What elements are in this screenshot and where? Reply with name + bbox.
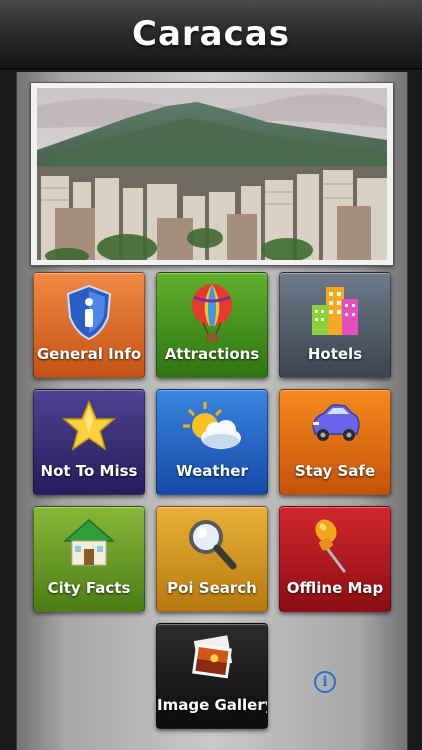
not-to-miss-button[interactable]: Not To Miss [33,389,145,495]
app-header: Caracas [0,0,422,70]
city-facts-button[interactable]: City Facts [33,506,145,612]
weather-button[interactable]: Weather [156,389,268,495]
hotels-button[interactable]: Hotels [279,272,391,378]
sun-cloud-icon [157,400,267,462]
buildings-icon [280,283,390,345]
tile-label: Poi Search [167,579,257,597]
hot-air-balloon-icon [157,283,267,345]
house-icon [34,517,144,579]
attractions-button[interactable]: Attractions [156,272,268,378]
tile-label: Stay Safe [294,462,376,480]
general-info-button[interactable]: General Info [33,272,145,378]
tile-label: Hotels [307,345,363,363]
tile-label: Offline Map [286,579,384,597]
shield-info-icon [34,283,144,345]
tile-label: Weather [176,462,248,480]
tile-label: General Info [36,345,142,363]
magnifier-icon [157,517,267,579]
page-title: Caracas [132,14,290,54]
stay-safe-button[interactable]: Stay Safe [279,389,391,495]
info-button[interactable]: i [314,671,336,693]
car-icon [280,400,390,462]
poi-search-button[interactable]: Poi Search [156,506,268,612]
star-icon [34,400,144,462]
tile-label: Image Gallery [157,696,268,714]
city-photo [37,88,387,260]
city-photo-frame [30,82,394,266]
tile-label: Attractions [164,345,260,363]
tile-label: City Facts [47,579,131,597]
tile-label: Not To Miss [40,462,138,480]
image-gallery-button[interactable]: Image Gallery [156,623,268,729]
photos-icon [157,634,267,696]
offline-map-button[interactable]: Offline Map [279,506,391,612]
map-pin-icon [280,517,390,579]
